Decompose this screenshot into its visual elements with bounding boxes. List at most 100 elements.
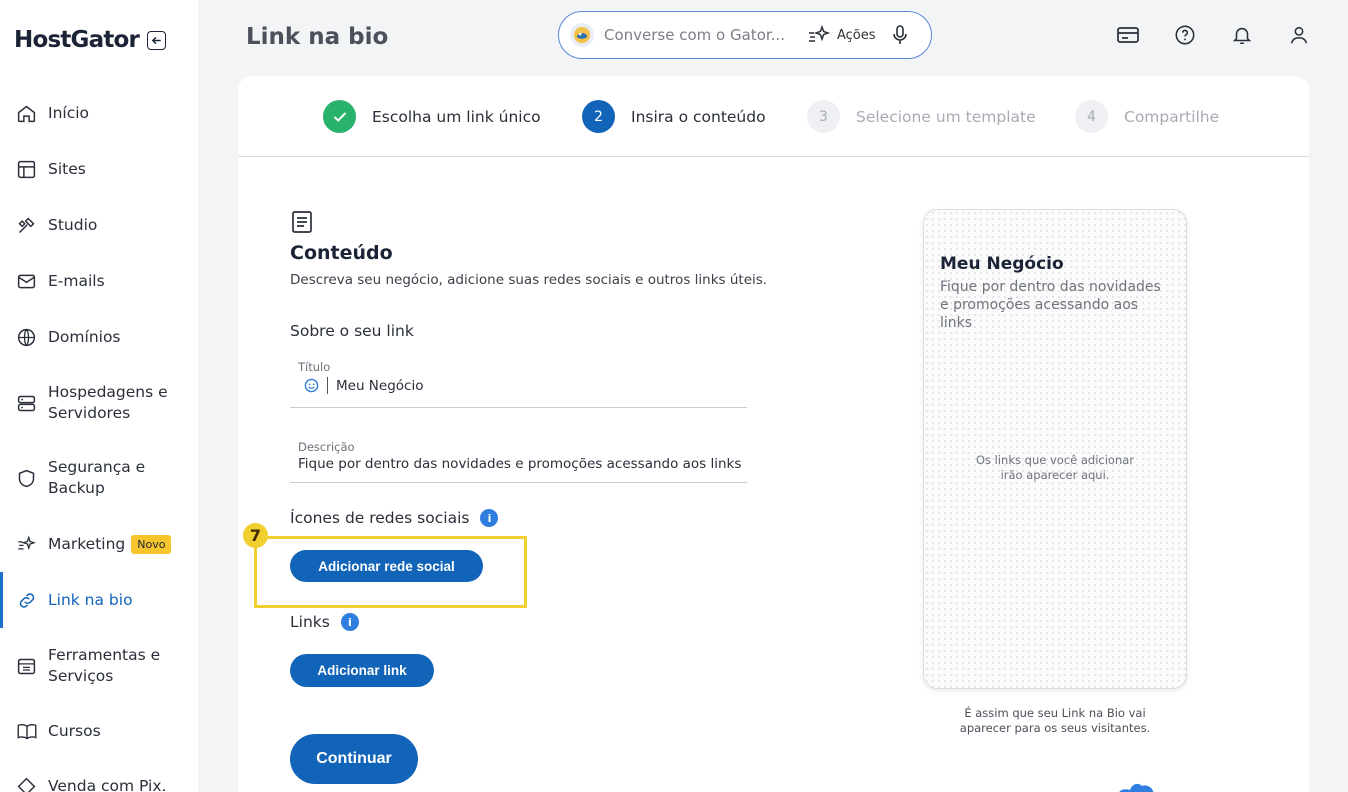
step-number: 2 — [582, 100, 615, 133]
check-icon — [323, 100, 356, 133]
preview-title: Meu Negócio — [940, 254, 1064, 274]
title-input-row[interactable]: Meu Negócio — [304, 377, 747, 394]
phone-preview: Meu Negócio Fique por dentro das novidad… — [923, 209, 1187, 689]
step-label: Compartilhe — [1124, 107, 1220, 126]
step-1: Escolha um link único — [323, 100, 541, 133]
sidebar-item-label: Venda com Pix. — [48, 777, 167, 792]
step-number: 3 — [807, 100, 840, 133]
tools-icon — [15, 214, 38, 237]
bell-icon — [1232, 27, 1252, 45]
gator-avatar-icon — [570, 23, 594, 47]
sidebar-item-label: Marketing — [48, 535, 126, 553]
sparkle-icon — [809, 25, 831, 42]
links-heading: Links i — [290, 613, 359, 631]
layout-icon — [15, 158, 38, 181]
collapse-sidebar-button[interactable] — [147, 30, 167, 50]
text-caret — [327, 377, 328, 394]
sparkle-icon — [15, 533, 38, 556]
step-label: Selecione um template — [856, 107, 1036, 126]
profile-button[interactable] — [1287, 22, 1311, 48]
step-label: Insira o conteúdo — [631, 107, 766, 126]
step-number: 4 — [1075, 100, 1108, 133]
sidebar-item-label: Sites — [48, 160, 86, 178]
step-label: Escolha um link único — [372, 107, 541, 126]
pix-icon — [15, 775, 38, 792]
sidebar-item-label: Cursos — [48, 722, 101, 740]
about-heading: Sobre o seu link — [290, 322, 414, 340]
credit-card-icon — [1117, 27, 1139, 43]
sidebar-item-sites[interactable]: Sites — [0, 158, 198, 181]
globe-icon — [15, 326, 38, 349]
billing-button[interactable] — [1116, 22, 1140, 48]
add-social-button[interactable]: Adicionar rede social — [290, 550, 483, 582]
sidebar-item-inicio[interactable]: Início — [0, 102, 198, 125]
help-icon — [1175, 25, 1195, 45]
sidebar-item-label: E-mails — [48, 272, 105, 290]
description-field-label: Descrição — [298, 440, 355, 454]
logo-row: HostGator — [14, 27, 167, 53]
links-heading-text: Links — [290, 613, 330, 631]
description-field[interactable]: Descrição Fique por dentro das novidades… — [290, 440, 747, 483]
server-icon — [15, 392, 38, 415]
sidebar-item-emails[interactable]: E-mails — [0, 270, 198, 293]
continue-button[interactable]: Continuar — [290, 734, 418, 784]
actions-label: Ações — [837, 27, 876, 43]
add-link-button[interactable]: Adicionar link — [290, 654, 434, 687]
emoji-icon[interactable] — [304, 378, 319, 393]
sidebar-item-studio[interactable]: Studio — [0, 214, 198, 237]
title-field[interactable]: Título Meu Negócio — [290, 360, 747, 408]
step-3: 3 Selecione um template — [807, 100, 1036, 133]
arrow-left-icon — [151, 36, 161, 44]
sidebar-item-pix[interactable]: Venda com Pix. — [0, 775, 198, 792]
title-input[interactable]: Meu Negócio — [336, 378, 423, 394]
sidebar-item-label: Ferramentas e Serviços — [48, 646, 161, 685]
gator-chat-bar[interactable]: Converse com o Gator... Ações — [558, 11, 932, 59]
sidebar-item-ferramentas[interactable]: Ferramentas e Serviços — [0, 645, 198, 687]
step-marker-badge: 7 — [243, 523, 268, 548]
preview-caption: É assim que seu Link na Bio vai aparecer… — [923, 706, 1187, 736]
hostgator-logo[interactable]: HostGator — [14, 27, 140, 53]
sidebar-item-label: Hospedagens e Servidores — [48, 383, 168, 422]
preview-empty-text: Os links que você adicionar irão aparece… — [924, 453, 1186, 483]
info-icon[interactable]: i — [480, 509, 499, 527]
sidebar-item-label: Domínios — [48, 328, 121, 346]
mail-icon — [15, 270, 38, 293]
preview-empty-label: Os links que você adicionar irão aparece… — [975, 453, 1135, 482]
new-badge: Novo — [131, 535, 172, 554]
title-field-label: Título — [298, 360, 331, 374]
actions-button[interactable]: Ações — [808, 25, 876, 45]
notifications-button[interactable] — [1230, 22, 1254, 48]
home-icon — [15, 102, 38, 125]
book-icon — [15, 720, 38, 743]
microphone-button[interactable] — [892, 25, 908, 45]
content-description: Descreva seu negócio, adicione suas rede… — [290, 272, 768, 288]
stepper: Escolha um link único 2 Insira o conteúd… — [238, 76, 1309, 157]
sidebar-item-link-na-bio[interactable]: Link na bio — [0, 572, 198, 628]
preview-caption-text: É assim que seu Link na Bio vai aparecer… — [959, 706, 1151, 735]
sidebar-item-label: Link na bio — [48, 590, 133, 609]
social-heading-text: Ícones de redes sociais — [290, 509, 470, 527]
chat-input[interactable]: Converse com o Gator... — [604, 26, 796, 44]
content-title: Conteúdo — [290, 242, 393, 264]
microphone-icon — [892, 25, 907, 44]
description-input[interactable]: Fique por dentro das novidades e promoçõ… — [298, 456, 742, 472]
sidebar: HostGator Início Sites Studio E-mails Do… — [0, 0, 198, 792]
shield-icon — [15, 467, 38, 490]
preview-description: Fique por dentro das novidades e promoçõ… — [940, 279, 1161, 331]
sidebar-item-seguranca[interactable]: Segurança e Backup — [0, 457, 198, 499]
user-icon — [1290, 26, 1308, 44]
sidebar-item-label: Studio — [48, 216, 98, 234]
toolbox-icon — [15, 655, 38, 678]
chat-bubble-icon[interactable] — [1114, 776, 1164, 792]
sidebar-item-hospedagens[interactable]: Hospedagens e Servidores — [0, 382, 198, 424]
sidebar-item-cursos[interactable]: Cursos — [0, 720, 198, 743]
sidebar-item-dominios[interactable]: Domínios — [0, 326, 198, 349]
page-title: Link na bio — [246, 24, 389, 50]
sidebar-item-label: Início — [48, 104, 90, 122]
help-button[interactable] — [1173, 22, 1197, 48]
sidebar-item-marketing[interactable]: Marketing Novo — [0, 533, 198, 556]
link-na-bio-card: Escolha um link único 2 Insira o conteúd… — [238, 76, 1309, 792]
link-icon — [15, 589, 38, 612]
info-icon[interactable]: i — [340, 613, 359, 631]
sidebar-item-label: Segurança e Backup — [48, 458, 146, 497]
